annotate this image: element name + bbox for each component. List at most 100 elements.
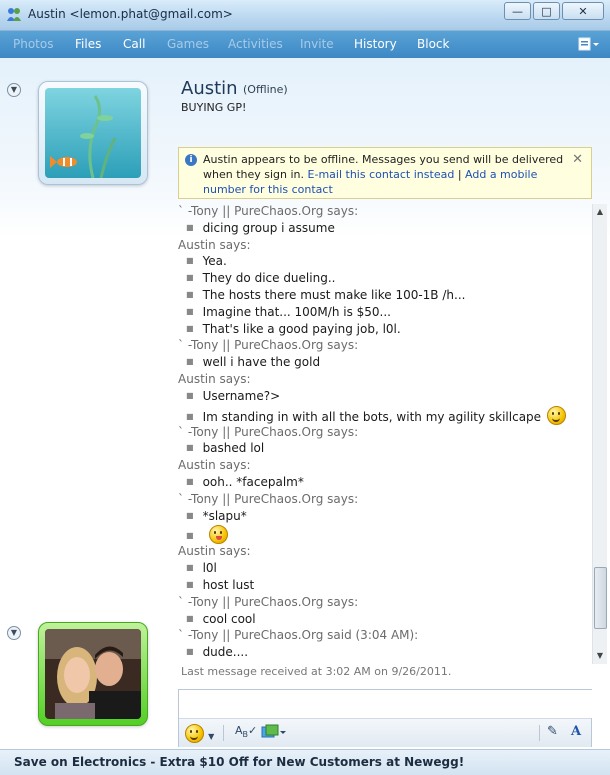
tongue-emoticon-icon bbox=[208, 525, 228, 545]
line-text: ` -Tony || PureChaos.Org says: bbox=[178, 204, 359, 218]
messenger-icon bbox=[7, 8, 21, 21]
my-display-picture[interactable] bbox=[38, 622, 148, 726]
bullet-icon: ■ bbox=[186, 306, 194, 316]
line-text: The hosts there must make like 100-1B /h… bbox=[202, 288, 466, 302]
line-text: dicing group i assume bbox=[202, 220, 335, 235]
line-text: ` -Tony || PureChaos.Org says: bbox=[178, 424, 359, 439]
message-line: ■ Im standing in with all the bots, with … bbox=[186, 405, 567, 425]
message-line: ■ ooh.. *facepalm* bbox=[186, 475, 304, 489]
line-text: Im standing in with all the bots, with m… bbox=[202, 409, 542, 424]
message-line: ■ bashed lol bbox=[186, 441, 264, 455]
contact-display-picture[interactable] bbox=[38, 81, 148, 185]
message-line: ■ The hosts there must make like 100-1B /… bbox=[186, 288, 465, 302]
advertisement-link[interactable]: Save on Electronics - Extra $10 Off for … bbox=[14, 755, 464, 769]
sender-line: ` -Tony || PureChaos.Org says: bbox=[178, 492, 358, 506]
sender-line: ` -Tony || PureChaos.Org says: bbox=[178, 425, 358, 439]
personal-message: BUYING GP! bbox=[181, 101, 247, 114]
bullet-icon: ■ bbox=[186, 290, 194, 299]
bullet-icon: ■ bbox=[186, 222, 194, 232]
show-menu-icon[interactable] bbox=[578, 36, 600, 55]
emoticon-button[interactable]: ▼ bbox=[185, 724, 214, 743]
sender-line: ` -Tony || PureChaos.Org says: bbox=[178, 204, 358, 218]
email-contact-link[interactable]: E-mail this contact instead bbox=[308, 168, 455, 181]
font-button[interactable]: A bbox=[571, 724, 581, 739]
advertisement-bar: Save on Electronics - Extra $10 Off for … bbox=[0, 749, 610, 775]
conversation-window: ▼ ▼ Austin (Offline) BUYING GP! i Austin… bbox=[0, 58, 610, 749]
menu-bar: Photos Files Call Games Activities Invit… bbox=[0, 31, 610, 58]
message-line: ■ That's like a good paying job, l0l. bbox=[186, 322, 401, 336]
message-line: ■ cool cool bbox=[186, 612, 256, 626]
message-line: ■ dicing group i assume bbox=[186, 221, 335, 235]
maximize-button[interactable]: □ bbox=[533, 2, 560, 20]
line-text: *slapu* bbox=[202, 508, 247, 523]
wink-button[interactable] bbox=[261, 724, 287, 744]
menu-files[interactable]: Files bbox=[75, 37, 101, 51]
bullet-icon: ■ bbox=[186, 563, 194, 573]
title-bar: Austin <lemon.phat@gmail.com> — □ ✕ bbox=[0, 0, 610, 31]
bullet-icon: ■ bbox=[186, 510, 194, 520]
sender-line: ` -Tony || PureChaos.Org said (3:04 AM): bbox=[178, 628, 418, 642]
bullet-icon: ■ bbox=[186, 443, 194, 453]
message-line: ■ Username?> bbox=[186, 389, 280, 403]
line-text: Austin says: bbox=[178, 544, 251, 559]
offline-info-bar: i Austin appears to be offline. Messages… bbox=[178, 147, 592, 199]
sender-line: Austin says: bbox=[178, 544, 251, 558]
compose-area: ▼ AB✓ ✎ A bbox=[178, 689, 593, 747]
menu-activities[interactable]: Activities bbox=[228, 37, 283, 51]
handwriting-icon[interactable]: ✎ bbox=[547, 724, 558, 739]
last-message-info: Last message received at 3:02 AM on 9/26… bbox=[181, 665, 452, 678]
message-line: ■ dude.... bbox=[186, 645, 248, 659]
line-text: dude.... bbox=[202, 645, 249, 660]
menu-photos[interactable]: Photos bbox=[13, 37, 53, 51]
message-input[interactable] bbox=[179, 690, 593, 718]
sender-line: ` -Tony || PureChaos.Org says: bbox=[178, 595, 358, 609]
minimize-button[interactable]: — bbox=[504, 2, 531, 20]
line-text: That's like a good paying job, l0l. bbox=[202, 321, 401, 336]
message-line: ■ host lust bbox=[186, 578, 254, 592]
bullet-icon: ■ bbox=[186, 531, 194, 541]
line-text: Austin says: bbox=[178, 372, 251, 386]
menu-games[interactable]: Games bbox=[167, 37, 209, 51]
line-text: well i have the gold bbox=[202, 355, 321, 370]
spell-check-icon[interactable]: AB✓ bbox=[235, 724, 257, 739]
conversation-history[interactable]: ` -Tony || PureChaos.Org says: ■ dicing gr… bbox=[178, 204, 594, 664]
collapse-my-picture-icon[interactable]: ▼ bbox=[7, 626, 21, 640]
sender-line: ` -Tony || PureChaos.Org says: bbox=[178, 338, 358, 352]
sender-line: Austin says: bbox=[178, 372, 251, 386]
window-title: Austin <lemon.phat@gmail.com> bbox=[28, 7, 233, 21]
bullet-icon: ■ bbox=[186, 647, 194, 657]
display-pictures: ▼ ▼ bbox=[0, 58, 170, 749]
line-text: ` -Tony || PureChaos.Org says: bbox=[178, 594, 359, 609]
menu-history[interactable]: History bbox=[354, 37, 397, 51]
line-text: Austin says: bbox=[178, 458, 251, 473]
menu-call[interactable]: Call bbox=[123, 37, 145, 51]
message-line: ■ bbox=[186, 525, 228, 545]
line-text: cool cool bbox=[202, 611, 256, 626]
message-line: ■ They do dice dueling.. bbox=[186, 271, 335, 285]
contact-name: Austin bbox=[181, 78, 238, 99]
bullet-icon: ■ bbox=[186, 411, 194, 421]
bullet-icon: ■ bbox=[186, 323, 194, 333]
line-text: bashed lol bbox=[202, 441, 265, 456]
info-text: Austin appears to be offline. Messages y… bbox=[203, 152, 567, 197]
menu-invite[interactable]: Invite bbox=[300, 37, 334, 51]
collapse-contact-picture-icon[interactable]: ▼ bbox=[7, 83, 21, 97]
message-line: ■ *slapu* bbox=[186, 509, 247, 523]
bullet-icon: ■ bbox=[186, 273, 194, 283]
bullet-icon: ■ bbox=[186, 256, 194, 266]
line-text: ` -Tony || PureChaos.Org says: bbox=[178, 338, 359, 353]
scroll-down-icon[interactable]: ▼ bbox=[594, 650, 606, 662]
smile-emoticon-icon bbox=[547, 405, 567, 425]
line-text: ` -Tony || PureChaos.Org said (3:04 AM): bbox=[178, 628, 419, 643]
scroll-up-icon[interactable]: ▲ bbox=[594, 206, 606, 218]
close-info-bar-icon[interactable]: ✕ bbox=[572, 152, 583, 167]
conversation-scrollbar[interactable]: ▲ ▼ bbox=[592, 204, 607, 664]
close-button[interactable]: ✕ bbox=[562, 2, 604, 20]
scroll-thumb[interactable] bbox=[594, 567, 607, 629]
contact-status: (Offline) bbox=[243, 83, 288, 96]
sender-line: Austin says: bbox=[178, 458, 251, 472]
info-separator: | bbox=[457, 168, 462, 181]
menu-block[interactable]: Block bbox=[417, 37, 449, 51]
line-text: Username?> bbox=[202, 388, 281, 403]
line-text: Yea. bbox=[202, 254, 227, 269]
